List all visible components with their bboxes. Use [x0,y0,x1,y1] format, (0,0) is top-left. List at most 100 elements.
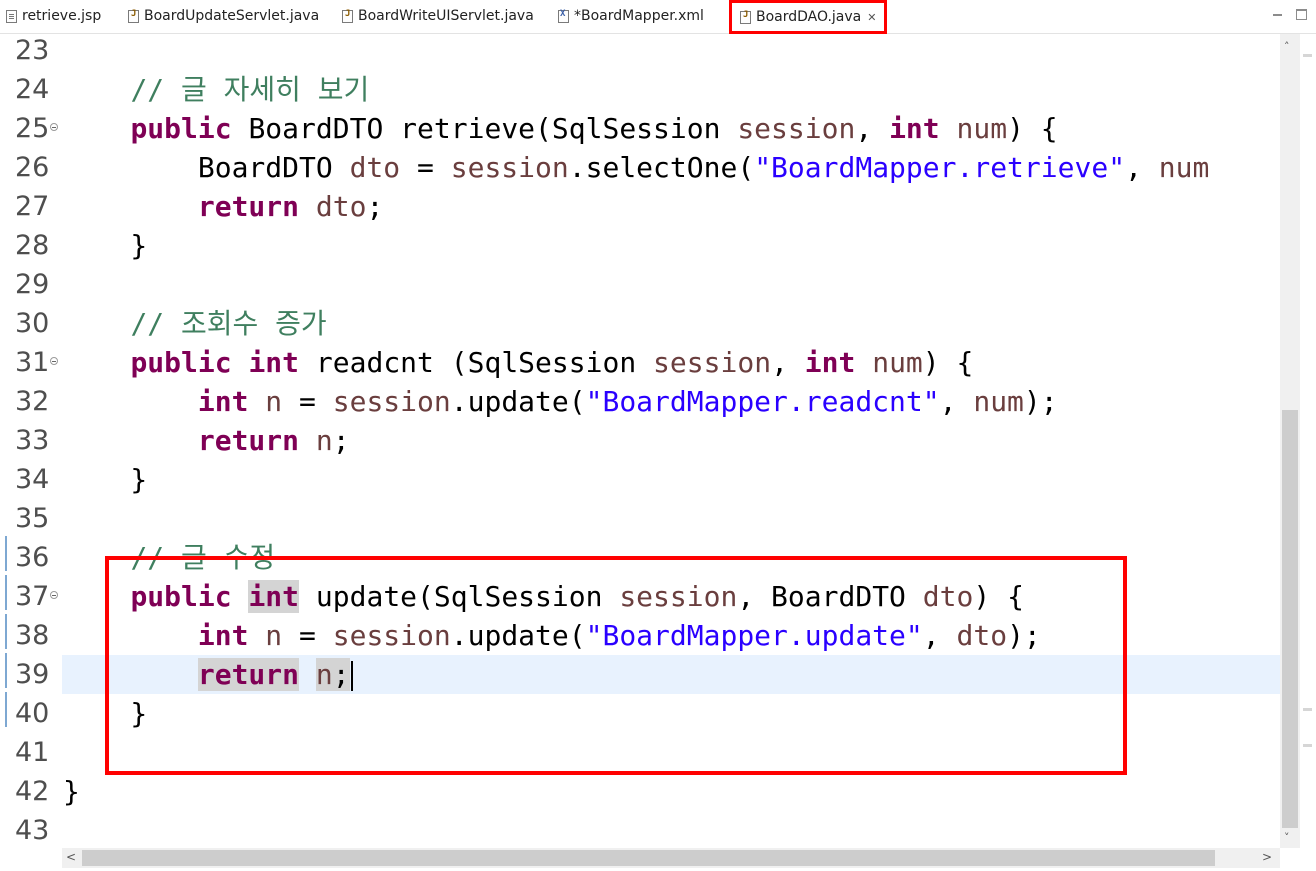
code-line[interactable]: 38 int n = session.update("BoardMapper.u… [0,616,1280,655]
horizontal-scrollbar[interactable]: < > [62,848,1280,868]
code-line[interactable]: 36 // 글 수정 [0,538,1280,577]
line-number: 27 [15,191,50,222]
code-token: .update( [450,619,586,652]
scroll-right-icon[interactable]: > [1262,850,1272,864]
minimize-icon[interactable] [1272,9,1283,20]
code-token: = [282,385,333,418]
vertical-scrollbar[interactable]: ˄ ˅ [1280,34,1300,848]
code-token: = [282,619,333,652]
overview-ruler[interactable] [1300,34,1316,848]
code-line[interactable]: 23 [0,34,1280,70]
code-line[interactable]: 37 public int update(SqlSession session,… [0,577,1280,616]
code-line[interactable]: 40 } [0,694,1280,733]
tab-boardupdateservlet-java[interactable]: BoardUpdateServlet.java [128,4,319,28]
code-token: ; [366,190,384,223]
line-number: 39 [15,659,50,690]
code-text: public BoardDTO retrieve(SqlSession sess… [63,109,1058,148]
code-text: public int readcnt (SqlSession session, … [63,343,973,382]
code-line[interactable]: 28 } [0,226,1280,265]
fold-toggle-icon[interactable] [50,591,58,599]
fold-toggle-icon[interactable] [50,123,58,131]
code-line[interactable]: 32 int n = session.update("BoardMapper.r… [0,382,1280,421]
code-token: session [450,151,569,184]
code-token: } [63,463,148,496]
code-line[interactable]: 24 // 글 자세히 보기 [0,70,1280,109]
code-token: ) { [1007,112,1058,145]
code-token: int [248,346,300,379]
code-token: update(SqlSession [299,580,620,613]
overview-marker[interactable] [1303,54,1312,57]
line-number: 32 [15,386,50,417]
tab-label: retrieve.jsp [22,8,102,24]
code-token: readcnt (SqlSession [299,346,654,379]
scroll-down-icon[interactable]: ˅ [1284,831,1290,844]
code-line[interactable]: 41 [0,733,1280,772]
line-number: 34 [15,464,50,495]
tab-boarddao-java[interactable]: BoardDAO.java ✕ [729,0,888,34]
code-editor[interactable]: 23 24 // 글 자세히 보기 25 public BoardDTO retri… [0,34,1280,848]
code-token: BoardDTO retrieve(SqlSession [231,112,738,145]
code-line[interactable]: 39 return n; [0,655,1280,694]
line-number: 35 [15,503,50,534]
code-line[interactable]: 35 [0,499,1280,538]
horizontal-scroll-thumb[interactable] [82,850,1215,866]
tab-boardwriteuiservlet-java[interactable]: BoardWriteUIServlet.java [342,4,534,28]
fold-toggle-icon[interactable] [50,357,58,365]
tab-label: BoardWriteUIServlet.java [358,8,534,24]
code-token: ; [332,658,350,691]
code-line[interactable]: 30 // 조회수 증가 [0,304,1280,343]
line-number: 26 [15,152,50,183]
code-token: // 글 수정 [130,541,276,574]
code-token: , [855,112,890,145]
code-token: , [1125,151,1159,184]
code-token: dto [956,619,1008,652]
line-number: 33 [15,425,50,456]
code-line[interactable]: 34 } [0,460,1280,499]
tab-boardmapper-xml[interactable]: *BoardMapper.xml [558,4,704,28]
code-token: return [197,424,300,457]
code-text: return dto; [63,187,383,226]
line-number: 40 [15,698,50,729]
scroll-left-icon[interactable]: < [66,850,76,864]
line-number: 38 [15,620,50,651]
overview-marker[interactable] [1303,744,1312,747]
code-line[interactable]: 31 public int readcnt (SqlSession sessio… [0,343,1280,382]
line-number: 42 [15,776,50,807]
jsp-file-icon [6,9,17,23]
code-line[interactable]: 29 [0,265,1280,304]
tab-label: BoardDAO.java [756,9,862,25]
vertical-scroll-thumb[interactable] [1282,410,1298,828]
code-token: BoardDTO [63,151,350,184]
tab-retrieve-jsp[interactable]: retrieve.jsp [6,4,101,28]
code-token: // 글 자세히 보기 [130,73,370,106]
code-token: num [956,112,1008,145]
code-line[interactable]: 27 return dto; [0,187,1280,226]
line-number: 43 [15,815,50,846]
code-line[interactable]: 33 return n; [0,421,1280,460]
code-line[interactable]: 25 public BoardDTO retrieve(SqlSession s… [0,109,1280,148]
code-line[interactable]: 43 [0,811,1280,848]
code-line[interactable]: 42} [0,772,1280,811]
close-tab-icon[interactable]: ✕ [867,11,876,24]
code-token: .update( [450,385,586,418]
code-text: return n; [63,655,353,694]
code-token: num [1158,151,1210,184]
maximize-icon[interactable] [1296,9,1307,20]
code-token: "BoardMapper.readcnt" [585,385,940,418]
code-text: public int update(SqlSession session, Bo… [63,577,1024,616]
code-token: session [737,112,856,145]
scroll-up-icon[interactable]: ˄ [1284,40,1290,53]
overview-marker[interactable] [1303,708,1312,711]
code-text: return n; [63,421,350,460]
code-token: int [889,112,940,145]
code-line[interactable]: 26 BoardDTO dto = session.selectOne("Boa… [0,148,1280,187]
